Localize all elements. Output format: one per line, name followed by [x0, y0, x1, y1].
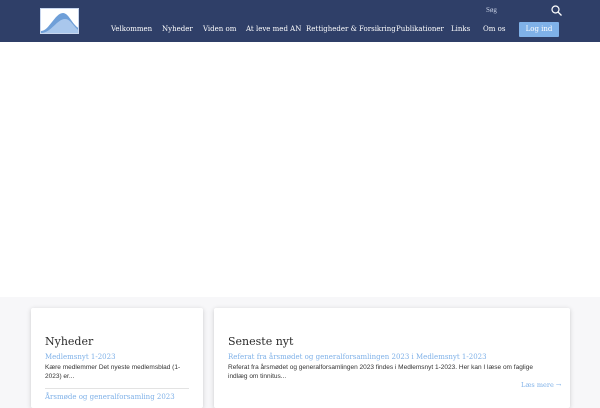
- site-logo[interactable]: [40, 8, 79, 34]
- nav-nyheder[interactable]: Nyheder: [162, 25, 193, 33]
- news-card-title: Nyheder: [45, 335, 94, 348]
- nav-links[interactable]: Links: [451, 25, 470, 33]
- nav-rettigheder-forsikring[interactable]: Rettigheder & Forsikring: [306, 25, 396, 33]
- read-more-link[interactable]: Læs mere →: [521, 381, 561, 389]
- latest-card-title: Seneste nyt: [228, 335, 294, 348]
- nav-viden-om[interactable]: Viden om: [203, 25, 236, 33]
- hero-area: [0, 42, 600, 297]
- site-header: Søg Velkommen Nyheder Viden om At leve m…: [0, 0, 600, 42]
- news-divider: [45, 388, 189, 389]
- nav-velkommen[interactable]: Velkommen: [111, 25, 152, 33]
- nav-om-os[interactable]: Om os: [483, 25, 505, 33]
- nav-publikationer[interactable]: Publikationer: [396, 25, 444, 33]
- latest-item-link[interactable]: Referat fra årsmødet og generalforsamlin…: [228, 353, 487, 361]
- nav-at-leve-med-an[interactable]: At leve med AN: [246, 25, 301, 33]
- search-label[interactable]: Søg: [486, 6, 497, 14]
- news-item-excerpt: Kære medlemmer Det nyeste medlemsblad (1…: [45, 364, 181, 380]
- logo-wave-icon: [41, 13, 78, 33]
- latest-item-excerpt: Referat fra årsmødet og generalforsamlin…: [228, 364, 533, 380]
- news-item-link[interactable]: Medlemsnyt 1-2023: [45, 353, 116, 361]
- latest-news-card: Seneste nyt Referat fra årsmødet og gene…: [214, 308, 570, 408]
- news-card: Nyheder Medlemsnyt 1-2023 Kære medlemmer…: [31, 308, 203, 408]
- search-icon[interactable]: [551, 5, 562, 16]
- login-button[interactable]: Log ind: [519, 22, 559, 37]
